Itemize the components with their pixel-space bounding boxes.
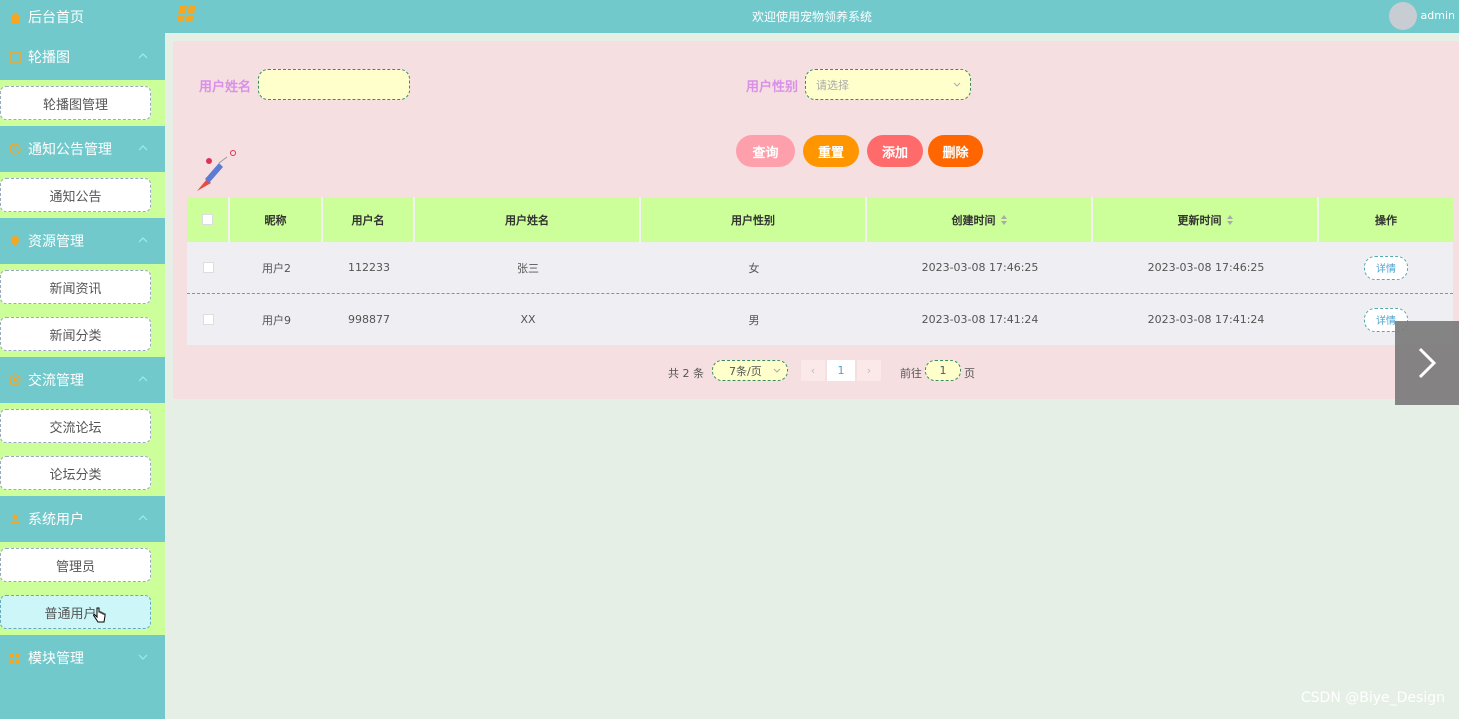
chevron-up-icon xyxy=(138,515,148,521)
home-icon xyxy=(8,10,22,24)
th-username: 用户名 xyxy=(323,197,415,242)
cell-nickname: 用户9 xyxy=(262,313,291,327)
th-realname: 用户姓名 xyxy=(415,197,641,242)
cell-created: 2023-03-08 17:46:25 xyxy=(921,261,1039,274)
sidebar-item-notice[interactable]: 通知公告 xyxy=(0,178,151,212)
user-icon xyxy=(8,512,22,526)
sidebar-item-carousel-manage[interactable]: 轮播图管理 xyxy=(0,86,151,120)
sidebar-group-carousel[interactable]: 轮播图 xyxy=(0,34,165,80)
th-updated-label: 更新时间 xyxy=(1177,213,1222,227)
sidebar-group-notice[interactable]: 通知公告管理 xyxy=(0,126,165,172)
th-updated[interactable]: 更新时间 xyxy=(1093,197,1319,242)
th-created[interactable]: 创建时间 xyxy=(867,197,1093,242)
select-all-cell[interactable] xyxy=(187,197,230,242)
page-title: 欢迎使用宠物领养系统 xyxy=(751,10,872,24)
goto-page-input[interactable]: 1 xyxy=(925,360,961,381)
submenu-carousel: 轮播图管理 xyxy=(0,80,165,126)
sort-icon[interactable] xyxy=(1000,214,1007,225)
main-panel: 用户姓名 用户性别 请选择 查询 重置 添加 删除 昵称 用户名 用户姓名 用户… xyxy=(173,41,1459,399)
detail-button[interactable]: 详情 xyxy=(1364,255,1408,280)
sidebar-group-module[interactable]: 模块管理 xyxy=(0,635,165,681)
row-checkbox[interactable] xyxy=(203,262,214,273)
hand-cursor-icon xyxy=(92,607,105,623)
page-number-current[interactable]: 1 xyxy=(827,360,855,381)
gender-select[interactable]: 请选择 xyxy=(805,69,971,100)
page-size-select[interactable]: 7条/页 xyxy=(712,360,788,381)
delete-button[interactable]: 删除 xyxy=(928,135,983,167)
pagination-total: 共 2 条 xyxy=(668,367,704,380)
sidebar-item-forum[interactable]: 交流论坛 xyxy=(0,409,151,443)
watermark: CSDN @Biye_Design xyxy=(1300,690,1445,706)
cell-created: 2023-03-08 17:41:24 xyxy=(921,313,1039,326)
chevron-down-icon xyxy=(953,82,961,87)
grid-icon xyxy=(8,651,22,665)
cell-updated: 2023-03-08 17:41:24 xyxy=(1147,313,1265,326)
clock-icon xyxy=(8,142,22,156)
chevron-up-icon xyxy=(138,145,148,151)
sidebar-item-admin[interactable]: 管理员 xyxy=(0,548,151,582)
sidebar-item-news-category[interactable]: 新闻分类 xyxy=(0,317,151,351)
submenu-exchange: 交流论坛 论坛分类 xyxy=(0,403,165,496)
rocket-decoration-icon xyxy=(197,150,236,191)
cell-realname: 张三 xyxy=(517,261,539,275)
table-row: 用户2 112233 张三 女 2023-03-08 17:46:25 2023… xyxy=(187,242,1453,294)
cell-gender: 男 xyxy=(748,313,760,327)
chevron-up-icon xyxy=(138,237,148,243)
row-checkbox[interactable] xyxy=(203,314,214,325)
name-label: 用户姓名 xyxy=(199,80,252,95)
submenu-users: 管理员 普通用户 xyxy=(0,542,165,635)
cell-realname: XX xyxy=(520,313,536,326)
user-table: 昵称 用户名 用户姓名 用户性别 创建时间 更新时间 操作 用户2 112233… xyxy=(187,197,1453,345)
submenu-resource: 新闻资讯 新闻分类 xyxy=(0,264,165,357)
table-row: 用户9 998877 XX 男 2023-03-08 17:41:24 2023… xyxy=(187,294,1453,345)
cell-nickname: 用户2 xyxy=(262,261,291,275)
cell-gender: 女 xyxy=(748,261,760,275)
chevron-right-icon xyxy=(1418,347,1437,379)
sidebar-item-label: 普通用户 xyxy=(44,606,97,622)
prev-page-button[interactable]: ‹ xyxy=(801,360,825,381)
th-action: 操作 xyxy=(1375,213,1397,227)
next-page-button[interactable]: › xyxy=(857,360,881,381)
goto-prefix: 前往 xyxy=(900,367,922,380)
th-created-label: 创建时间 xyxy=(951,213,996,227)
next-slide-button[interactable] xyxy=(1395,321,1459,405)
th-gender: 用户性别 xyxy=(641,197,867,242)
chevron-down-icon xyxy=(773,368,781,373)
th-nickname: 昵称 xyxy=(230,197,323,242)
name-input[interactable] xyxy=(258,69,410,100)
table-header-row: 昵称 用户名 用户姓名 用户性别 创建时间 更新时间 操作 xyxy=(187,197,1453,242)
chevron-down-icon xyxy=(138,654,148,660)
sidebar: 后台首页 轮播图 轮播图管理 通知公告管理 通知公告 资源管理 新闻资讯 新闻分… xyxy=(0,0,165,719)
circle-icon xyxy=(8,373,22,387)
select-all-checkbox[interactable] xyxy=(202,214,213,225)
gender-select-placeholder: 请选择 xyxy=(816,78,849,92)
cell-username: 112233 xyxy=(348,261,390,274)
sidebar-item-normal-user[interactable]: 普通用户 xyxy=(0,595,151,629)
goto-suffix: 页 xyxy=(964,367,975,380)
sidebar-item-forum-category[interactable]: 论坛分类 xyxy=(0,456,151,490)
add-button[interactable]: 添加 xyxy=(867,135,923,167)
avatar[interactable] xyxy=(1389,2,1417,30)
sidebar-item-news[interactable]: 新闻资讯 xyxy=(0,270,151,304)
chevron-up-icon xyxy=(138,53,148,59)
sidebar-group-exchange[interactable]: 交流管理 xyxy=(0,357,165,403)
username-label[interactable]: admin xyxy=(1421,9,1455,22)
top-header: 欢迎使用宠物领养系统 admin xyxy=(165,0,1459,33)
reset-button[interactable]: 重置 xyxy=(803,135,859,167)
query-button[interactable]: 查询 xyxy=(736,135,795,167)
sidebar-group-users[interactable]: 系统用户 xyxy=(0,496,165,542)
image-icon xyxy=(8,50,22,64)
location-icon xyxy=(8,234,22,248)
chevron-up-icon xyxy=(138,376,148,382)
cell-username: 998877 xyxy=(348,313,390,326)
sort-icon[interactable] xyxy=(1226,214,1233,225)
sidebar-group-resource[interactable]: 资源管理 xyxy=(0,218,165,264)
gender-label: 用户性别 xyxy=(746,80,799,95)
cell-updated: 2023-03-08 17:46:25 xyxy=(1147,261,1265,274)
sidebar-home[interactable]: 后台首页 xyxy=(0,0,165,34)
page-size-value: 7条/页 xyxy=(729,364,762,378)
submenu-notice: 通知公告 xyxy=(0,172,165,218)
